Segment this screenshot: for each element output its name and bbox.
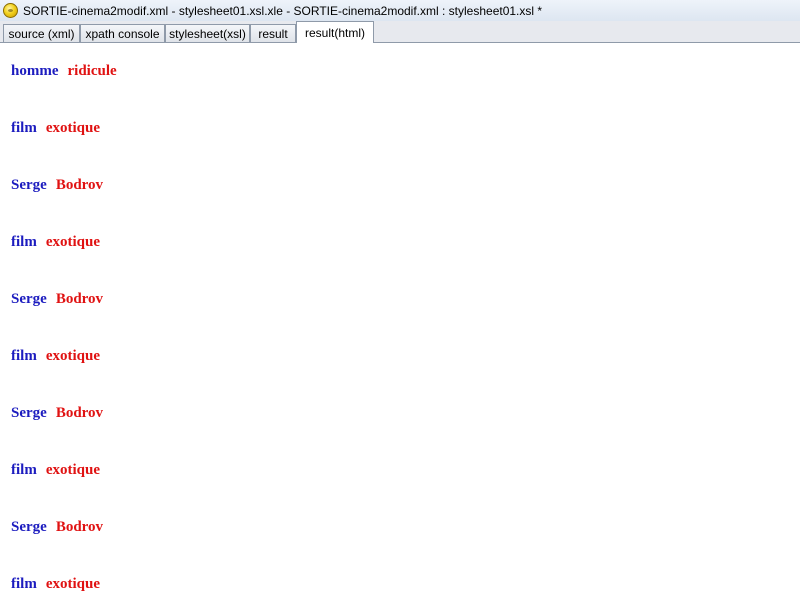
title-bar: SORTIE-cinema2modif.xml - stylesheet01.x… <box>0 0 800 21</box>
row-label: film <box>11 234 37 250</box>
row-label: film <box>11 462 37 478</box>
app-icon[interactable] <box>3 3 18 18</box>
row-label: Serge <box>11 405 47 421</box>
result-row: homme ridicule <box>11 63 117 80</box>
result-row: film exotique <box>11 462 100 479</box>
result-row: Serge Bodrov <box>11 405 103 422</box>
row-value: exotique <box>45 348 100 364</box>
row-value: Bodrov <box>55 177 104 193</box>
row-value: Bodrov <box>55 519 104 535</box>
tab-result-html[interactable]: result(html) <box>296 21 374 43</box>
row-value: exotique <box>45 576 100 592</box>
tab-source-xml[interactable]: source (xml) <box>3 24 80 42</box>
row-label: Serge <box>11 291 47 307</box>
result-html-view[interactable]: homme ridicule film exotique Serge Bodrov f… <box>0 43 800 600</box>
row-label: film <box>11 348 37 364</box>
tab-stylesheet-xsl[interactable]: stylesheet(xsl) <box>165 24 250 42</box>
row-value: Bodrov <box>55 405 104 421</box>
window-title: SORTIE-cinema2modif.xml - stylesheet01.x… <box>23 3 543 18</box>
result-row: film exotique <box>11 120 100 137</box>
result-row: Serge Bodrov <box>11 177 103 194</box>
row-label: Serge <box>11 177 47 193</box>
row-value: exotique <box>45 462 100 478</box>
tab-bar: source (xml) xpath console stylesheet(xs… <box>0 21 800 43</box>
row-value: ridicule <box>67 63 117 79</box>
row-label: film <box>11 120 37 136</box>
row-value: exotique <box>45 234 100 250</box>
result-row: Serge Bodrov <box>11 519 103 536</box>
tab-xpath-console[interactable]: xpath console <box>80 24 165 42</box>
row-value: exotique <box>45 120 100 136</box>
result-row: film exotique <box>11 348 100 365</box>
row-label: Serge <box>11 519 47 535</box>
result-row: Serge Bodrov <box>11 291 103 308</box>
row-value: Bodrov <box>55 291 104 307</box>
result-row: film exotique <box>11 234 100 251</box>
row-label: film <box>11 576 37 592</box>
result-row: film exotique <box>11 576 100 593</box>
tab-result[interactable]: result <box>250 24 296 42</box>
row-label: homme <box>11 63 59 79</box>
